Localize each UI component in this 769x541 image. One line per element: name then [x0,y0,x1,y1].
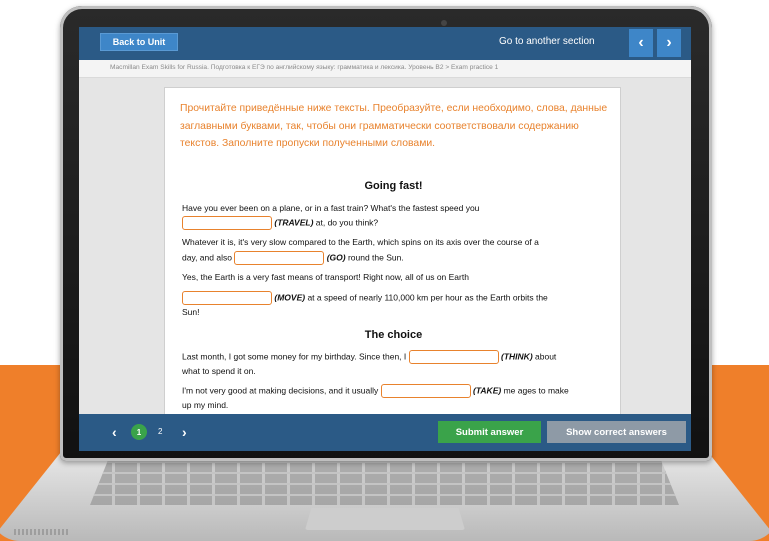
chevron-left-icon: ‹ [638,34,644,51]
text-line: I'm not very good at making decisions, a… [182,384,607,398]
show-correct-answers-button[interactable]: Show correct answers [547,421,686,443]
page-1-button[interactable]: 1 [131,424,147,440]
text-fragment: at a speed of nearly 110,000 km per hour… [305,292,548,303]
camera-icon [441,20,447,26]
back-to-unit-button[interactable]: Back to Unit [100,33,178,51]
prev-page-button[interactable]: ‹ [112,424,117,440]
gap-keyword: (MOVE) [274,292,306,303]
breadcrumb-bar: Macmillan Exam Skills for Russia. Подгот… [79,60,691,78]
exercise-page: Прочитайте приведённые ниже тексты. Прео… [164,87,621,417]
text-line: up my mind. [182,400,229,410]
text-fragment: round the Sun. [345,252,404,263]
text-fragment: me ages to make [501,385,569,396]
submit-answer-button[interactable]: Submit answer [438,421,541,443]
next-section-button[interactable]: › [657,29,681,57]
gap-keyword: (TRAVEL) [274,217,314,228]
text-line: Have you ever been on a plane, or in a f… [182,203,480,213]
answer-input-move[interactable] [182,291,272,305]
text-fragment: at, do you think? [313,217,379,228]
text-fragment: about [532,351,557,362]
answer-input-take[interactable] [380,384,471,398]
laptop-keyboard-rows [90,461,679,505]
text-fragment: I'm not very good at making decisions, a… [182,385,379,396]
chevron-left-icon: ‹ [112,424,117,440]
top-navigation-bar: Back to Unit Go to another section ‹ › [79,27,691,60]
laptop-screen: Back to Unit Go to another section ‹ › M… [79,27,691,451]
text-fragment: Last month, I got some money for my birt… [182,351,407,362]
gap-keyword: (THINK) [501,351,533,362]
text-line: Yes, the Earth is a very fast means of t… [182,272,469,282]
gap-keyword: (GO) [326,252,346,263]
page-2-button[interactable]: 2 [158,427,162,436]
text-line: (MOVE) at a speed of nearly 110,000 km p… [182,291,607,305]
text-line: what to spend it on. [182,366,256,376]
answer-input-travel[interactable] [182,216,272,230]
text-line: Last month, I got some money for my birt… [182,350,607,364]
answer-input-go[interactable] [234,251,325,265]
text-fragment: day, and also [182,252,232,263]
text-line: Whatever it is, it's very slow compared … [182,237,539,247]
prev-section-button[interactable]: ‹ [629,29,653,57]
section-title: The choice [364,329,423,341]
chevron-right-icon: › [182,424,187,440]
bottom-navigation-bar: ‹ 1 2 › Submit answer Show correct answe… [79,414,691,451]
instructions: Прочитайте приведённые ниже тексты. Прео… [180,103,608,149]
section-title: Going fast! [364,180,423,192]
text-line: Sun! [182,307,200,317]
go-to-section-label[interactable]: Go to another section [499,36,595,47]
text-line: (TRAVEL) at, do you think? [182,216,607,230]
laptop-trackpad [305,508,465,530]
breadcrumb: Macmillan Exam Skills for Russia. Подгот… [110,64,499,71]
gap-keyword: (TAKE) [473,385,502,396]
answer-input-think[interactable] [408,350,499,364]
text-line: day, and also (GO) round the Sun. [182,251,607,265]
chevron-right-icon: › [666,34,672,51]
laptop-label-sticker [14,529,70,535]
next-page-button[interactable]: › [182,424,187,440]
